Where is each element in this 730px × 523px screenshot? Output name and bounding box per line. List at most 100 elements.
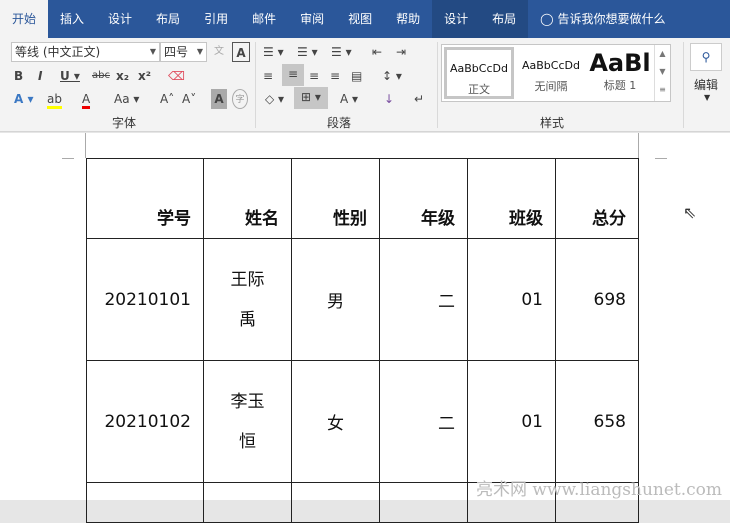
show-marks-icon[interactable]: ↵	[414, 89, 424, 109]
header-cell[interactable]: 学号	[86, 158, 204, 239]
font-name-select[interactable]: 等线 (中文正文) ▼	[11, 42, 160, 62]
style-sample: AaBbCcDd	[522, 59, 580, 72]
paragraph-group-label: 段落	[327, 116, 352, 130]
divider	[255, 42, 256, 128]
tell-me-label: 告诉我你想要做什么	[557, 12, 666, 26]
borders-icon[interactable]: ⊞ ▾	[294, 87, 328, 109]
strikethrough-icon[interactable]: abc	[92, 66, 110, 86]
underline-icon[interactable]: U ▾	[60, 66, 80, 86]
gender-cell[interactable]: 女	[291, 360, 380, 483]
header-cell[interactable]: 年级	[379, 158, 468, 239]
tab-help[interactable]: 帮助	[384, 0, 432, 38]
header-cell[interactable]: 姓名	[203, 158, 292, 239]
margin-mark	[85, 133, 86, 158]
font-name-value: 等线 (中文正文)	[15, 45, 101, 59]
tab-review[interactable]: 审阅	[288, 0, 336, 38]
style-sample: AaBbCcDd	[450, 62, 508, 75]
grade-cell[interactable]: 二	[379, 360, 468, 483]
style-no-spacing[interactable]: AaBbCcDd 无间隔	[516, 47, 586, 99]
shrink-font-icon[interactable]: A˅	[182, 89, 196, 109]
name-cell[interactable]: 李玉恒	[203, 360, 292, 483]
empty-cell[interactable]	[86, 482, 204, 523]
gallery-scroll[interactable]: ▲ ▼ ≡	[654, 45, 670, 101]
tab-mailings[interactable]: 邮件	[240, 0, 288, 38]
chevron-down-icon: ▼	[196, 47, 203, 56]
tab-references[interactable]: 引用	[192, 0, 240, 38]
empty-cell[interactable]	[291, 482, 380, 523]
tab-home[interactable]: 开始	[0, 0, 49, 38]
total-cell[interactable]: 698	[555, 238, 639, 361]
character-shading-icon[interactable]: A	[211, 89, 227, 109]
id-cell[interactable]: 20210102	[86, 360, 204, 483]
font-size-select[interactable]: 四号 ▼	[160, 42, 207, 62]
grow-font-icon[interactable]: A˄	[160, 89, 174, 109]
class-cell[interactable]: 01	[467, 360, 556, 483]
asian-layout-icon[interactable]: A ▾	[340, 89, 358, 109]
font-group-label: 字体	[112, 116, 137, 130]
tab-table-design[interactable]: 设计	[432, 0, 481, 38]
style-normal[interactable]: AaBbCcDd 正文	[444, 47, 514, 99]
tab-view[interactable]: 视图	[336, 0, 384, 38]
header-cell[interactable]: 总分	[555, 158, 639, 239]
increase-indent-icon[interactable]: ⇥	[396, 42, 406, 62]
shading-icon[interactable]: ◇ ▾	[265, 89, 284, 109]
phonetic-guide-icon[interactable]: 文	[210, 42, 228, 62]
bold-icon[interactable]: B	[14, 66, 23, 86]
lightbulb-icon: ◯	[540, 12, 554, 26]
grade-cell[interactable]: 二	[379, 238, 468, 361]
margin-mark	[655, 158, 667, 159]
margin-mark	[62, 158, 74, 159]
tab-design[interactable]: 设计	[96, 0, 144, 38]
divider	[437, 42, 438, 128]
styles-group-label: 样式	[540, 116, 565, 130]
superscript-icon[interactable]: x²	[138, 66, 151, 86]
style-heading-1[interactable]: AaBl 标题 1	[588, 47, 652, 99]
table-row: 20210101 王际禹 男 二 01 698	[86, 238, 639, 361]
justify-icon[interactable]: ≡	[330, 66, 340, 86]
page[interactable]: 学号 姓名 性别 年级 班级 总分 20210101 王际禹 男 二 01 69…	[0, 133, 730, 523]
name-cell[interactable]: 王际禹	[203, 238, 292, 361]
tab-insert[interactable]: 插入	[48, 0, 96, 38]
id-cell[interactable]: 20210101	[86, 238, 204, 361]
margin-mark	[638, 133, 639, 158]
table-header-row: 学号 姓名 性别 年级 班级 总分	[86, 158, 639, 239]
tab-table-layout[interactable]: 布局	[480, 0, 529, 38]
styles-gallery: AaBbCcDd 正文 AaBbCcDd 无间隔 AaBl 标题 1 ▲ ▼ ≡	[441, 44, 671, 102]
table-row: 20210102 李玉恒 女 二 01 658	[86, 360, 639, 483]
numbering-icon[interactable]: ☰ ▾	[297, 42, 318, 62]
mouse-cursor-icon: ⇖	[683, 203, 697, 222]
name-line: 李玉	[230, 391, 265, 412]
class-cell[interactable]: 01	[467, 238, 556, 361]
gender-cell[interactable]: 男	[291, 238, 380, 361]
enclose-characters-icon[interactable]: 字	[232, 89, 248, 109]
style-name: 无间隔	[534, 80, 568, 93]
distributed-icon[interactable]: ▤	[351, 66, 362, 86]
italic-icon[interactable]: I	[38, 66, 42, 86]
clear-formatting-icon[interactable]: ⌫	[168, 66, 185, 86]
line-spacing-icon[interactable]: ↕ ▾	[382, 66, 402, 86]
tell-me-box[interactable]: ◯ 告诉我你想要做什么	[528, 0, 677, 38]
chevron-down-icon[interactable]: ▼	[704, 93, 710, 102]
divider	[683, 42, 684, 128]
header-cell[interactable]: 班级	[467, 158, 556, 239]
text-effects-icon[interactable]: A ▾	[14, 89, 34, 109]
bullets-icon[interactable]: ☰ ▾	[263, 42, 284, 62]
total-cell[interactable]: 658	[555, 360, 639, 483]
editing-button[interactable]: 编辑	[694, 76, 718, 93]
tab-layout[interactable]: 布局	[144, 0, 192, 38]
sort-icon[interactable]: ↓	[384, 89, 394, 109]
character-border-icon[interactable]: A	[232, 42, 250, 62]
change-case-icon[interactable]: Aa ▾	[114, 89, 139, 109]
decrease-indent-icon[interactable]: ⇤	[372, 42, 382, 62]
align-center-icon[interactable]: ≡	[282, 64, 304, 86]
multilevel-list-icon[interactable]: ☰ ▾	[331, 42, 352, 62]
empty-cell[interactable]	[379, 482, 468, 523]
font-color-icon[interactable]: A	[82, 89, 91, 109]
align-right-icon[interactable]: ≡	[309, 66, 319, 86]
align-left-icon[interactable]: ≡	[263, 66, 273, 86]
search-icon[interactable]: ⚲	[690, 43, 722, 71]
subscript-icon[interactable]: x₂	[116, 66, 129, 86]
empty-cell[interactable]	[203, 482, 292, 523]
highlight-icon[interactable]: ab	[47, 89, 62, 109]
header-cell[interactable]: 性别	[291, 158, 380, 239]
